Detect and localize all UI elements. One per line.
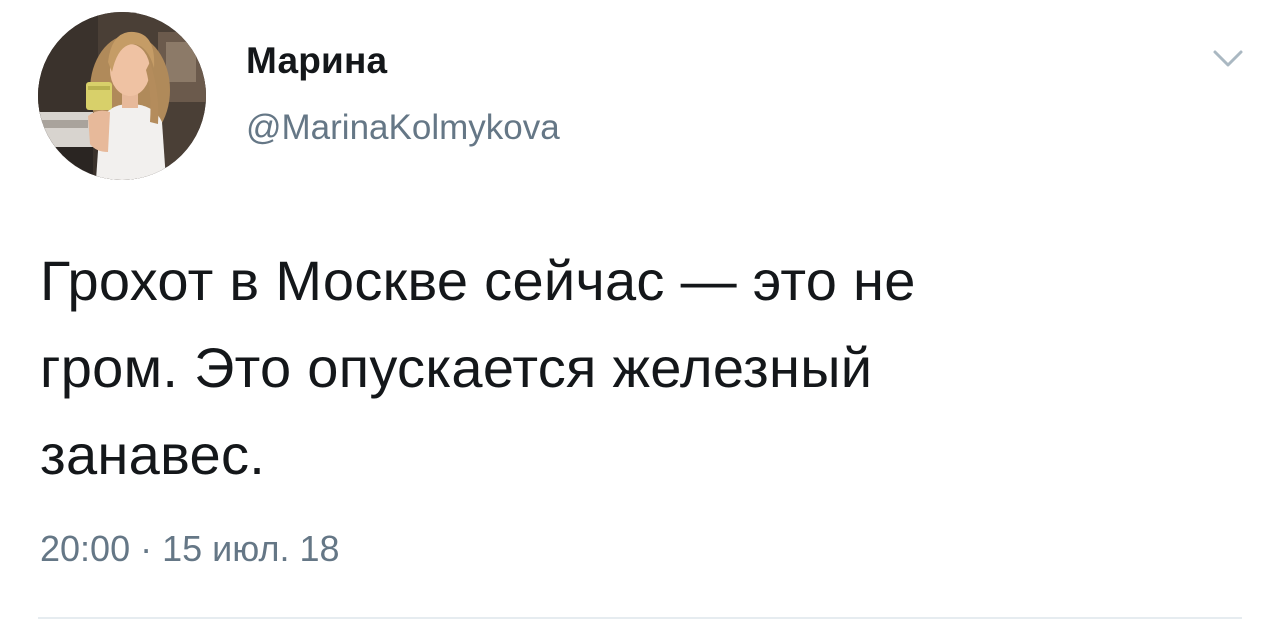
tweet-timestamp[interactable]: 20:00 · 15 июл. 18 <box>40 528 340 570</box>
divider <box>38 617 1242 619</box>
tweet-time: 20:00 <box>40 528 131 569</box>
chevron-down-icon-graphic <box>1213 50 1243 67</box>
avatar-image <box>38 12 206 180</box>
tweet-text: Грохот в Москве сейчас — это не гром. Эт… <box>40 249 916 486</box>
tweet-date: 15 июл. 18 <box>162 528 340 569</box>
chevron-down-icon[interactable] <box>1212 48 1244 70</box>
author-display-name[interactable]: Марина <box>246 40 387 82</box>
author-handle[interactable]: @MarinaKolmykova <box>246 108 560 148</box>
tweet-card: Марина @MarinaKolmykova Грохот в Москве … <box>0 0 1280 642</box>
timestamp-separator: · <box>140 528 153 569</box>
avatar[interactable] <box>38 12 206 180</box>
